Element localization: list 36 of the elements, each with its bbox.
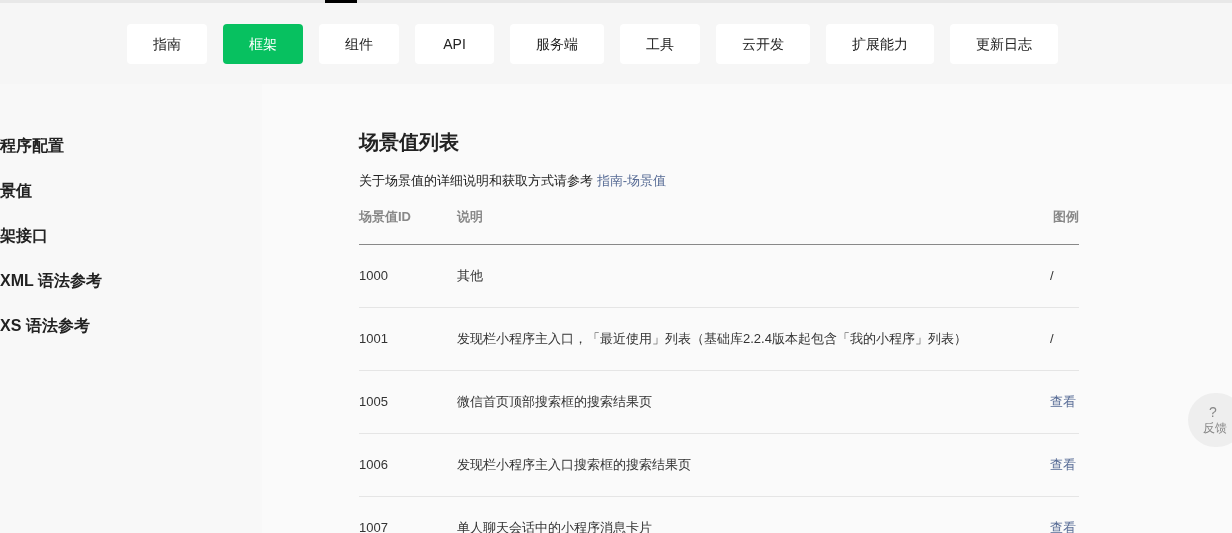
- nav-tab[interactable]: 云开发: [716, 23, 810, 64]
- table-cell-text: /: [1050, 329, 1055, 348]
- nav-tab[interactable]: 服务端: [510, 23, 604, 64]
- nav-tab[interactable]: 更新日志: [950, 23, 1058, 64]
- column-header: 场景值ID: [359, 207, 412, 226]
- sidebar-item[interactable]: XML 语法参考: [0, 270, 262, 292]
- table-cell-text: 其他: [457, 266, 484, 285]
- sidebar-item[interactable]: 程序配置: [0, 135, 262, 157]
- column-header: 说明: [457, 207, 484, 226]
- sidebar-item[interactable]: 架接口: [0, 225, 262, 247]
- column-header: 图例: [1053, 207, 1079, 226]
- table-cell-text: 发现栏小程序主入口搜索框的搜索结果页: [457, 455, 692, 474]
- nav-tab[interactable]: API: [415, 23, 494, 64]
- description-text: 关于场景值的详细说明和获取方式请参考 指南-场景值: [359, 172, 667, 190]
- view-link[interactable]: 查看: [1050, 517, 1079, 533]
- guide-link[interactable]: 指南-场景值: [596, 173, 666, 188]
- view-link[interactable]: 查看: [1050, 391, 1079, 412]
- nav-tab[interactable]: 组件: [319, 23, 399, 64]
- nav-tab[interactable]: 扩展能力: [826, 23, 934, 64]
- table-cell-text: /: [1050, 266, 1055, 285]
- table-cell-text: 发现栏小程序主入口，「最近使用」列表（基础库2.2.4版本起包含「我的小程序」列表）: [457, 329, 968, 348]
- page-heading: 场景值列表: [359, 130, 460, 155]
- sidebar-item[interactable]: 景值: [0, 180, 262, 202]
- table-cell-text: 微信首页顶部搜索框的搜索结果页: [457, 392, 653, 411]
- active-indicator: [325, 0, 357, 3]
- view-link[interactable]: 查看: [1050, 454, 1079, 475]
- table-cell-text: 单人聊天会话中的小程序消息卡片: [457, 518, 653, 533]
- table-cell-text: 1006: [359, 455, 389, 474]
- nav-tab[interactable]: 指南: [127, 23, 207, 64]
- sidebar-item[interactable]: XS 语法参考: [0, 315, 262, 337]
- table-cell-text: 1000: [359, 266, 389, 285]
- table-cell-text: 1001: [359, 329, 389, 348]
- table-cell-text: 1005: [359, 392, 389, 411]
- nav-tab[interactable]: 工具: [620, 23, 700, 64]
- help-icon: ?: [1203, 404, 1217, 420]
- table-cell-text: 1007: [359, 518, 389, 533]
